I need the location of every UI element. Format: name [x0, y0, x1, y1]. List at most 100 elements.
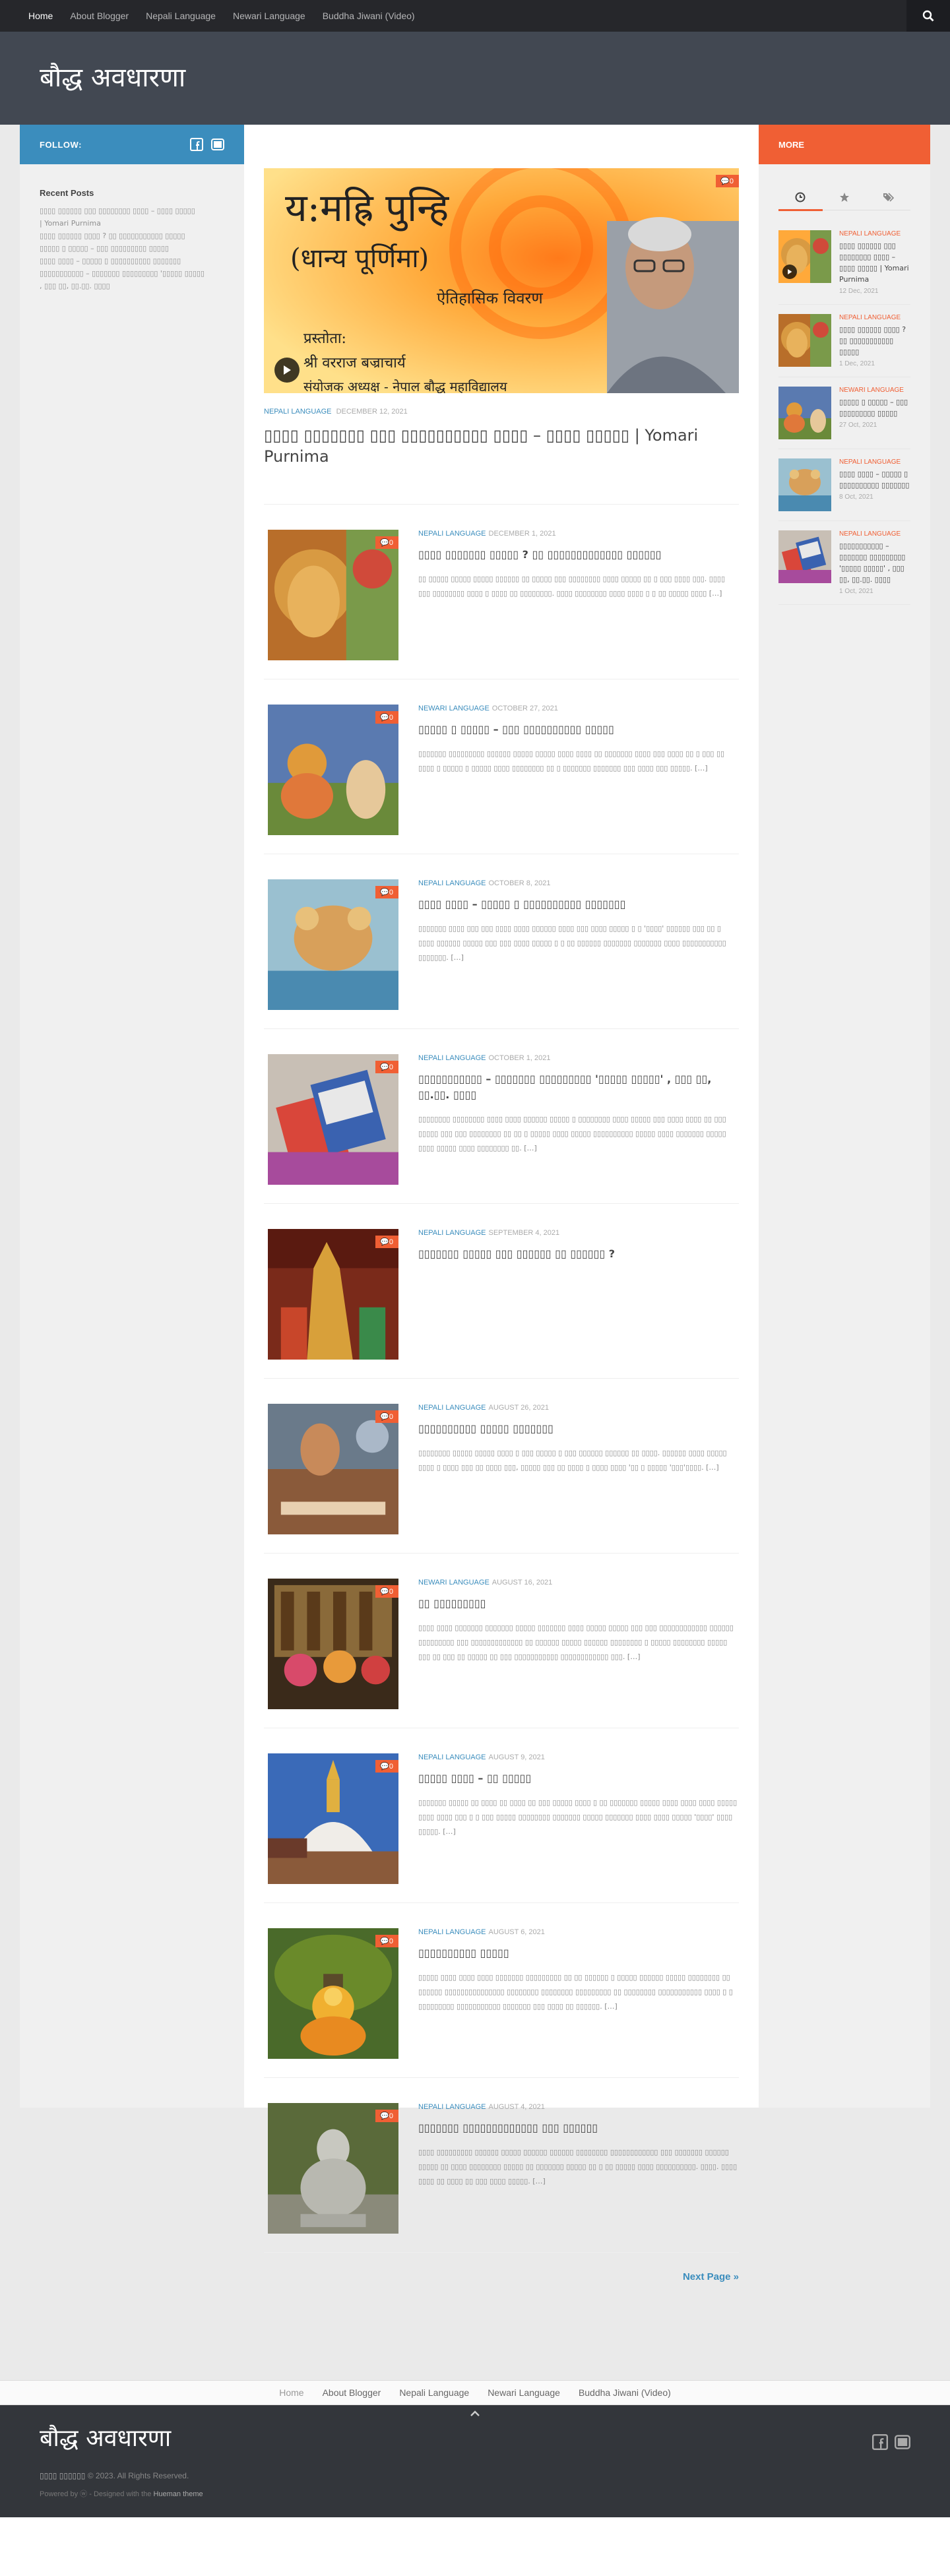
post-category[interactable]: Nepali Language: [418, 1928, 486, 1936]
comment-count-badge[interactable]: 💬0: [375, 711, 398, 724]
post-title[interactable]: ▯▯ ▯▯▯▯▯▯▯▯▯: [418, 1596, 739, 1612]
nav-item-about-blogger[interactable]: About Blogger: [61, 0, 137, 32]
footer-nav-buddha-jiwani[interactable]: Buddha Jiwani (Video): [569, 2387, 680, 2398]
sidebar-post-thumbnail[interactable]: [778, 530, 831, 583]
recent-post-link[interactable]: ▯▯▯▯ ▯▯▯▯▯▯ ▯▯▯ ▯▯▯▯▯▯▯▯ ▯▯▯▯ – ▯▯▯▯ ▯▯▯…: [40, 204, 224, 217]
comment-count-badge[interactable]: 💬0: [375, 1410, 398, 1423]
tab-tags[interactable]: [866, 184, 910, 210]
search-button[interactable]: [906, 0, 950, 32]
sidebar-post-category[interactable]: Nepali Language: [839, 530, 910, 538]
nav-item-nepali-language[interactable]: Nepali Language: [137, 0, 224, 32]
comment-count-badge[interactable]: 💬0: [375, 1236, 398, 1248]
sidebar-post-title[interactable]: ▯▯▯▯ ▯▯▯▯▯▯ ▯▯▯ ▯▯▯▯▯▯▯▯ ▯▯▯▯ – ▯▯▯▯ ▯▯▯…: [839, 240, 910, 285]
post-thumbnail[interactable]: 💬0: [268, 1229, 398, 1360]
tab-popular[interactable]: [823, 184, 867, 210]
post-category[interactable]: Nepali Language: [264, 408, 332, 416]
site-title[interactable]: बौद्ध अवधारणा: [40, 61, 185, 95]
post-thumbnail[interactable]: 💬0: [268, 1579, 398, 1709]
post-thumbnail[interactable]: 💬0: [268, 1054, 398, 1185]
post-title[interactable]: ▯▯▯▯▯▯▯▯▯▯▯ – ▯▯▯▯▯▯▯ ▯▯▯▯▯▯▯▯▯ '▯▯▯▯▯ ▯…: [418, 1071, 739, 1103]
recent-post-link[interactable]: ▯▯▯▯▯▯▯▯▯▯▯ – ▯▯▯▯▯▯▯ ▯▯▯▯▯▯▯▯▯ '▯▯▯▯▯ ▯…: [40, 267, 224, 280]
post-category[interactable]: Newari Language: [418, 705, 490, 712]
comment-count-badge[interactable]: 💬0: [375, 1585, 398, 1598]
comment-count-badge[interactable]: 💬0: [375, 1061, 398, 1073]
featured-image[interactable]: य:मह्रि पुन्हि (धान्य पूर्णिमा) ऐतिहासिक…: [264, 168, 739, 393]
recent-post-link[interactable]: | Yomari Purnima: [40, 217, 224, 230]
sidebar-post-title[interactable]: ▯▯▯▯▯ ▯ ▯▯▯▯▯ – ▯▯▯ ▯▯▯▯▯▯▯▯▯ ▯▯▯▯▯: [839, 396, 910, 419]
post-category[interactable]: Nepali Language: [418, 1054, 486, 1062]
footer-nav-home[interactable]: Home: [270, 2387, 313, 2398]
post-meta: Nepali Language August 9, 2021: [418, 1753, 739, 1761]
post-category[interactable]: Nepali Language: [418, 1753, 486, 1761]
sidebar-post-thumbnail[interactable]: [778, 230, 831, 283]
post-title[interactable]: ▯▯▯▯▯▯▯▯▯▯ ▯▯▯▯▯: [418, 1945, 739, 1961]
recent-post-link[interactable]: , ▯▯▯ ▯▯, ▯▯.▯▯. ▯▯▯▯: [40, 280, 224, 292]
post-body: Nepali Language September 4, 2021 ▯▯▯▯▯▯▯ …: [418, 1229, 739, 1361]
featured-post-title[interactable]: ▯▯▯▯ ▯▯▯▯▯▯▯ ▯▯▯ ▯▯▯▯▯▯▯▯▯▯ ▯▯▯▯ – ▯▯▯▯ …: [264, 425, 739, 467]
post-category[interactable]: Nepali Language: [418, 1404, 486, 1412]
sidebar-post-item: Nepali Language ▯▯▯▯ ▯▯▯▯ – ▯▯▯▯▯ ▯ ▯▯▯▯▯…: [778, 449, 910, 521]
sidebar-post-thumbnail[interactable]: [778, 458, 831, 511]
sidebar-post-category[interactable]: Nepali Language: [839, 458, 910, 466]
footer-nav-nepali-language[interactable]: Nepali Language: [390, 2387, 478, 2398]
facebook-icon[interactable]: [190, 138, 203, 151]
post-category[interactable]: Nepali Language: [418, 1229, 486, 1237]
post-title[interactable]: ▯▯▯▯▯▯▯ ▯▯▯▯▯▯▯▯▯▯▯▯▯ ▯▯▯ ▯▯▯▯▯▯: [418, 2120, 739, 2136]
nav-item-newari-language[interactable]: Newari Language: [224, 0, 314, 32]
post-thumbnail-image: [268, 705, 398, 835]
youtube-icon[interactable]: [211, 138, 224, 151]
comment-count-badge[interactable]: 💬0: [375, 1760, 398, 1773]
post-category[interactable]: Nepali Language: [418, 879, 486, 887]
post-thumbnail[interactable]: 💬0: [268, 705, 398, 835]
play-button[interactable]: [782, 265, 797, 279]
recent-post-link[interactable]: ▯▯▯▯ ▯▯▯▯▯▯ ▯▯▯▯ ? ▯▯ ▯▯▯▯▯▯▯▯▯▯▯ ▯▯▯▯▯: [40, 230, 224, 242]
footer-site-title[interactable]: बौद्ध अवधारणा: [40, 2421, 171, 2453]
post-category[interactable]: Nepali Language: [418, 530, 486, 538]
facebook-icon[interactable]: [872, 2434, 888, 2450]
footer-nav-newari-language[interactable]: Newari Language: [478, 2387, 569, 2398]
sidebar-post-title[interactable]: ▯▯▯▯▯▯▯▯▯▯▯ – ▯▯▯▯▯▯▯ ▯▯▯▯▯▯▯▯▯ '▯▯▯▯▯ ▯…: [839, 540, 910, 585]
next-page-link[interactable]: Next Page »: [264, 2271, 739, 2282]
comment-count-badge[interactable]: 💬0: [375, 2110, 398, 2122]
post-date: December 12, 2021: [336, 408, 408, 416]
sidebar-post-date: 12 Dec, 2021: [839, 288, 879, 295]
nav-item-buddha-jiwani[interactable]: Buddha Jiwani (Video): [314, 0, 424, 32]
post-thumbnail[interactable]: 💬0: [268, 2103, 398, 2234]
post-meta: Nepali Language December 12, 2021: [264, 408, 739, 416]
post-thumbnail[interactable]: 💬0: [268, 1404, 398, 1534]
wordpress-icon[interactable]: ⓦ: [80, 2490, 87, 2498]
comment-count-badge[interactable]: 💬0: [375, 886, 398, 898]
play-button[interactable]: [274, 358, 300, 383]
post-title[interactable]: ▯▯▯▯▯▯▯ ▯▯▯▯▯ ▯▯▯ ▯▯▯▯▯▯ ▯▯ ▯▯▯▯▯▯ ?: [418, 1246, 739, 1262]
sidebar-post-thumbnail[interactable]: [778, 314, 831, 367]
youtube-icon[interactable]: [895, 2434, 910, 2450]
post-title[interactable]: ▯▯▯▯▯▯▯▯▯▯ ▯▯▯▯▯ ▯▯▯▯▯▯▯: [418, 1421, 739, 1437]
sidebar-post-category[interactable]: Nepali Language: [839, 230, 910, 237]
post-thumbnail[interactable]: 💬0: [268, 1928, 398, 2059]
post-title[interactable]: ▯▯▯▯ ▯▯▯▯ – ▯▯▯▯▯ ▯ ▯▯▯▯▯▯▯▯▯▯ ▯▯▯▯▯▯▯: [418, 896, 739, 912]
post-title[interactable]: ▯▯▯▯ ▯▯▯▯▯▯▯ ▯▯▯▯▯ ? ▯▯ ▯▯▯▯▯▯▯▯▯▯▯▯▯ ▯▯…: [418, 547, 739, 563]
recent-post-link[interactable]: ▯▯▯▯ ▯▯▯▯ – ▯▯▯▯▯ ▯ ▯▯▯▯▯▯▯▯▯▯ ▯▯▯▯▯▯▯: [40, 255, 224, 267]
tab-recent[interactable]: [778, 184, 823, 211]
sidebar-post-category[interactable]: Newari Language: [839, 387, 910, 394]
theme-link[interactable]: Hueman theme: [153, 2490, 203, 2498]
sidebar-post-category[interactable]: Nepali Language: [839, 314, 910, 321]
footer-social-icons: [872, 2434, 910, 2450]
post-category[interactable]: Nepali Language: [418, 2103, 486, 2111]
post-thumbnail[interactable]: 💬0: [268, 879, 398, 1010]
sidebar-post-title[interactable]: ▯▯▯▯ ▯▯▯▯▯▯ ▯▯▯▯ ? ▯▯ ▯▯▯▯▯▯▯▯▯▯▯ ▯▯▯▯▯: [839, 324, 910, 358]
comment-count-badge[interactable]: 💬0: [375, 1935, 398, 1947]
post-thumbnail[interactable]: 💬0: [268, 1753, 398, 1884]
post-title[interactable]: ▯▯▯▯▯ ▯ ▯▯▯▯▯ – ▯▯▯ ▯▯▯▯▯▯▯▯▯▯ ▯▯▯▯▯: [418, 722, 739, 738]
sidebar-post-thumbnail[interactable]: [778, 387, 831, 439]
post-thumbnail[interactable]: 💬0: [268, 530, 398, 660]
post-category[interactable]: Newari Language: [418, 1579, 490, 1586]
post-title[interactable]: ▯▯▯▯▯ ▯▯▯▯ – ▯▯ ▯▯▯▯▯: [418, 1771, 739, 1786]
recent-post-link[interactable]: ▯▯▯▯▯ ▯ ▯▯▯▯▯ – ▯▯▯ ▯▯▯▯▯▯▯▯▯ ▯▯▯▯▯: [40, 242, 224, 255]
footer-nav-about-blogger[interactable]: About Blogger: [313, 2387, 391, 2398]
nav-item-home[interactable]: Home: [20, 0, 61, 32]
sidebar-post-title[interactable]: ▯▯▯▯ ▯▯▯▯ – ▯▯▯▯▯ ▯ ▯▯▯▯▯▯▯▯▯▯ ▯▯▯▯▯▯▯: [839, 468, 910, 491]
back-to-top-button[interactable]: [454, 2405, 496, 2422]
comment-count-badge[interactable]: 💬0: [375, 536, 398, 549]
comment-count-badge[interactable]: 💬0: [716, 175, 739, 187]
